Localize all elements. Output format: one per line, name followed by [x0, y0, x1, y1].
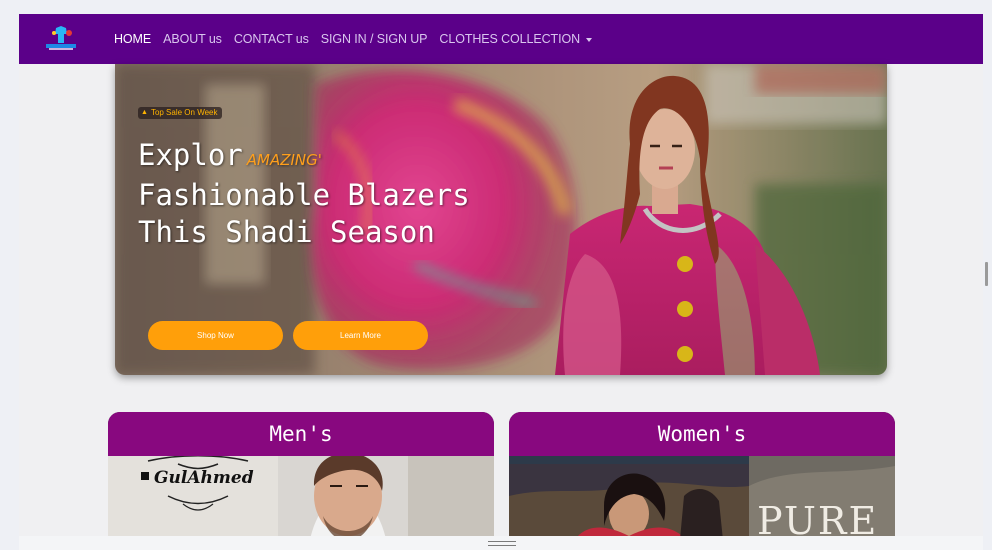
shop-now-button[interactable]: Shop Now — [148, 321, 283, 350]
vertical-scrollbar-thumb[interactable] — [985, 262, 988, 286]
nav-clothes-collection-dropdown[interactable]: CLOTHES COLLECTION — [439, 32, 593, 46]
nav-sign-in[interactable]: SIGN IN / SIGN UP — [321, 32, 428, 46]
womens-category-card[interactable]: Women's PURE — [509, 412, 895, 550]
womens-card-title: Women's — [509, 412, 895, 456]
page: HOME ABOUT us CONTACT us SIGN IN / SIGN … — [19, 14, 983, 550]
resize-grip-icon[interactable] — [488, 541, 516, 542]
hero-heading-line1: Explor AMAZING' — [138, 138, 322, 172]
brand-logo[interactable] — [43, 24, 79, 52]
nav-clothes-collection-label: CLOTHES COLLECTION — [439, 32, 581, 46]
nav-about[interactable]: ABOUT us — [163, 32, 222, 46]
resize-grip-line — [488, 545, 516, 546]
hero-explor-text: Explor — [138, 138, 243, 172]
hero-heading-line2: Fashionable Blazers — [138, 178, 470, 212]
learn-more-button[interactable]: Learn More — [293, 321, 428, 350]
mens-category-card[interactable]: Men's GulAhmed — [108, 412, 494, 550]
mens-card-title: Men's — [108, 412, 494, 456]
nav-contact[interactable]: CONTACT us — [234, 32, 309, 46]
gulahmed-logo-text: GulAhmed — [154, 468, 254, 488]
hero-heading-line3: This Shadi Season — [138, 215, 435, 249]
top-sale-label: Top Sale On Week — [150, 108, 218, 117]
caret-down-icon — [586, 37, 593, 42]
top-sale-badge: ▲ Top Sale On Week — [138, 107, 222, 119]
nav-home[interactable]: HOME — [114, 32, 151, 46]
hero-amazing-text: AMAZING' — [246, 151, 322, 169]
hero-banner: ▲ Top Sale On Week Explor AMAZING' Fashio… — [115, 64, 887, 375]
bottom-resize-bar — [19, 536, 983, 550]
navbar: HOME ABOUT us CONTACT us SIGN IN / SIGN … — [19, 14, 983, 64]
fire-icon: ▲ — [141, 109, 148, 116]
